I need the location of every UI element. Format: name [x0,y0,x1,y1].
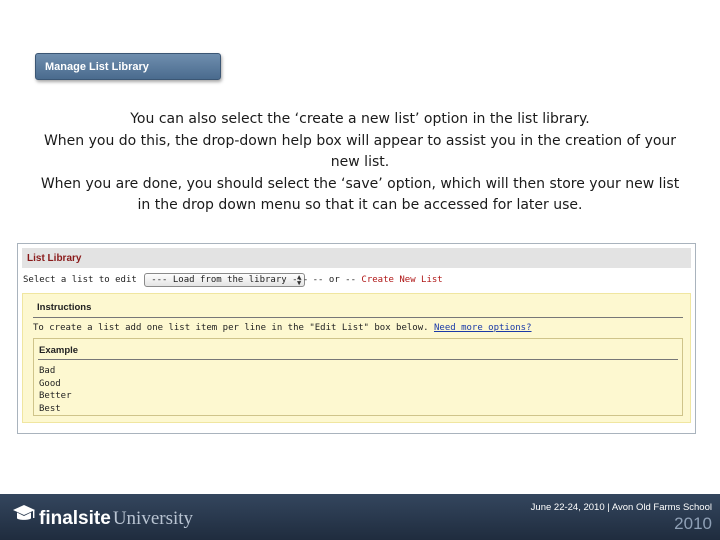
list-library-select-value: --- Load from the library --- [151,275,309,285]
event-info: June 22-24, 2010 | Avon Old Farms School… [531,502,712,534]
graduation-cap-icon [13,505,35,520]
help-instructions-text: To create a list add one list item per l… [33,323,532,333]
logo-bold-text: finalsite [39,508,111,529]
help-instructions-body: To create a list add one list item per l… [33,323,429,333]
event-details: June 22-24, 2010 | Avon Old Farms School [530,502,712,513]
list-library-panel: List Library Select a list to edit --- L… [17,243,696,434]
logo-light-text: University [112,508,194,529]
list-item: Best [39,403,61,414]
logo-wordmark: finalsite University [39,508,193,530]
divider [38,359,678,360]
create-new-list-link[interactable]: Create New List [361,275,442,285]
footer-bar: finalsite University June 22-24, 2010 | A… [0,494,720,540]
event-year: 2010 [674,514,712,533]
instruction-paragraph-2: When you do this, the drop-down help box… [43,132,677,171]
instruction-paragraph-1: You can also select the ‘create a new li… [130,111,590,127]
need-more-options-link[interactable]: Need more options? [434,323,532,333]
instruction-paragraph-3: When you are done, you should select the… [40,175,680,214]
list-library-select[interactable]: --- Load from the library --- ▲ ▼ [144,273,309,287]
list-item: Good [39,378,61,389]
example-list: Bad Good Better Best [39,365,72,415]
divider [33,317,683,318]
up-down-arrows-icon: ▲ ▼ [297,273,302,287]
select-list-label: Select a list to edit [23,275,137,285]
list-select-row: Select a list to edit --- Load from the … [23,273,443,289]
help-instructions-title: Instructions [37,302,92,313]
example-box: Example Bad Good Better Best [33,338,683,416]
or-separator: -- or -- [312,275,356,285]
list-item: Better [39,391,72,401]
example-title: Example [39,345,79,356]
list-item: Bad [39,366,56,376]
help-box: Instructions To create a list add one li… [22,293,691,423]
manage-list-library-button[interactable]: Manage List Library [35,53,221,80]
instructions-text: You can also select the ‘create a new li… [40,109,680,217]
list-library-header: List Library [22,248,691,268]
